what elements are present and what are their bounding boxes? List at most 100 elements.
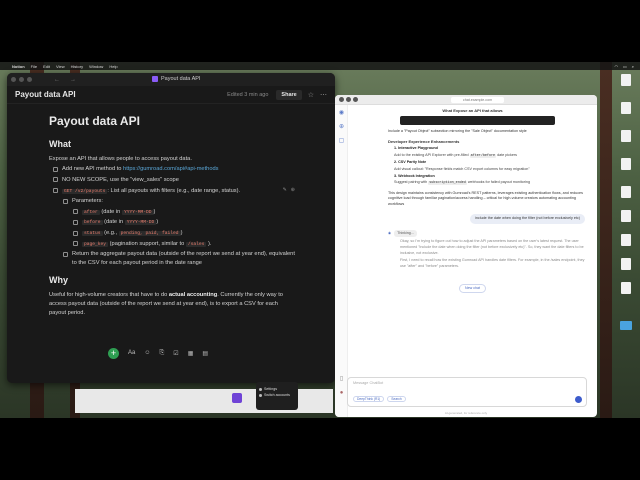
share-button[interactable]: Share	[276, 89, 302, 100]
chat-bubble-icon[interactable]: ▢	[338, 137, 345, 144]
todo-item: GET /v2/payouts: List all payouts with f…	[53, 187, 295, 196]
window-titlebar: ← → Payout data API	[7, 73, 335, 86]
todo-text[interactable]: after (date in YYYY-MM-DD)	[82, 208, 155, 217]
editor-toolbar: + Aa ☺ ⎘ ☑ ▦ ▤	[108, 345, 208, 361]
what-intro[interactable]: Expose an API that allows people to acce…	[49, 155, 295, 164]
layout-button[interactable]: ▤	[202, 350, 208, 357]
zoom-window-button[interactable]	[353, 97, 358, 102]
zoom-icon[interactable]: ⊕	[291, 187, 295, 195]
popup-item-switch[interactable]: Switch accounts	[259, 393, 295, 397]
why-paragraph[interactable]: Useful for high-volume creators that hav…	[49, 291, 295, 317]
page-title[interactable]: Payout data API	[49, 112, 295, 131]
attach-button[interactable]: ⎘	[159, 350, 164, 357]
wifi-icon[interactable]: ◠	[614, 64, 618, 69]
forward-arrow-icon[interactable]: →	[70, 77, 76, 83]
desktop-file-icon[interactable]	[621, 282, 631, 294]
new-chat-button[interactable]: New chat	[459, 283, 486, 294]
close-window-button[interactable]	[11, 77, 16, 82]
heading-what[interactable]: What	[49, 138, 295, 152]
list-item-detail: Suggest pairing with subscription_ended …	[394, 180, 530, 186]
desktop-file-icon[interactable]	[621, 210, 631, 222]
desktop-file-icon[interactable]	[621, 74, 631, 86]
api-methods-link[interactable]: https://gumroad.com/api#api-methods	[123, 166, 218, 172]
desktop-file-icon[interactable]	[621, 130, 631, 142]
menu-app-name[interactable]: Notion	[12, 64, 25, 69]
menu-edit[interactable]: Edit	[43, 64, 50, 69]
minimize-window-button[interactable]	[346, 97, 351, 102]
zoom-window-button[interactable]	[27, 77, 32, 82]
todo-checkbox[interactable]	[73, 241, 78, 247]
new-chat-icon[interactable]: ⊕	[338, 123, 345, 130]
todo-item: Return the aggregate payout data (outsid…	[63, 250, 295, 268]
star-icon[interactable]: ☆	[308, 91, 314, 99]
minimize-window-button[interactable]	[19, 77, 24, 82]
chat-main: What Expose an API that allows Include a…	[348, 105, 597, 417]
todo-checkbox[interactable]	[73, 230, 78, 236]
todo-checkbox[interactable]	[53, 188, 58, 194]
message-input[interactable]: Message ChatBot DeepThink (R1) Search	[347, 377, 587, 407]
logo-icon[interactable]: ◉	[338, 109, 345, 116]
avatar[interactable]: ●	[338, 390, 345, 397]
popup-item-settings[interactable]: Settings	[259, 387, 295, 391]
folder-icon[interactable]	[620, 321, 632, 330]
todo-text[interactable]: NO NEW SCOPE, use the "view_sales" scope	[62, 176, 179, 185]
heading-why[interactable]: Why	[49, 274, 295, 288]
todo-text[interactable]: Parameters:	[72, 197, 103, 206]
address-bar[interactable]: chat.example.com	[450, 96, 505, 103]
app-icon[interactable]	[232, 393, 242, 403]
thinking-pill[interactable]: Thinking...	[394, 229, 417, 238]
edited-timestamp: Edited 3 min ago	[227, 91, 269, 98]
row-actions: ✎ ⊕	[283, 187, 295, 195]
assistant-summary: This design maintains consistency with G…	[388, 190, 583, 207]
menu-history[interactable]: History	[71, 64, 83, 69]
edit-icon[interactable]: ✎	[283, 187, 287, 195]
desktop-file-icon[interactable]	[621, 186, 631, 198]
battery-icon[interactable]: ▭	[623, 64, 627, 69]
chat-browser-window: chat.example.com ◉ ⊕ ▢ ▯ ● What Expose a…	[335, 95, 597, 417]
desktop-file-icon[interactable]	[621, 158, 631, 170]
todo-text[interactable]: status (e.g., pending, paid, failed)	[82, 229, 182, 238]
desktop-file-icon[interactable]	[621, 258, 631, 270]
todo-text[interactable]: before (date in YYYY-MM-DD)	[82, 218, 158, 227]
menu-file[interactable]: File	[31, 64, 37, 69]
search-icon[interactable]: ⌕	[632, 64, 634, 69]
reasoning-text: First, I need to recall how the existing…	[400, 258, 585, 269]
page-icon	[152, 76, 158, 82]
todo-item: NO NEW SCOPE, use the "view_sales" scope	[53, 176, 295, 185]
tab-title[interactable]: Payout data API	[152, 76, 200, 82]
todo-checkbox[interactable]	[73, 219, 78, 225]
deepthink-toggle[interactable]: DeepThink (R1)	[353, 396, 385, 402]
text-style-button[interactable]: Aa	[128, 350, 135, 356]
todo-text[interactable]: GET /v2/payouts: List all payouts with f…	[62, 187, 240, 196]
todo-text[interactable]: Return the aggregate payout data (outsid…	[72, 250, 295, 268]
menu-window[interactable]: Window	[89, 64, 103, 69]
history-nav: ← →	[54, 77, 76, 83]
todo-checkbox[interactable]	[73, 209, 78, 215]
status-icons: ◠ ▭ ⌕	[614, 64, 634, 69]
search-toggle[interactable]: Search	[387, 396, 406, 402]
todo-text[interactable]: page_key (pagination support, similar to…	[82, 240, 211, 249]
close-window-button[interactable]	[339, 97, 344, 102]
send-button[interactable]	[575, 396, 582, 403]
table-button[interactable]: ▦	[188, 350, 194, 357]
menu-view[interactable]: View	[56, 64, 65, 69]
page-content: Payout data API What Expose an API that …	[7, 104, 335, 383]
checklist-button[interactable]: ☑	[173, 350, 178, 357]
todo-checkbox[interactable]	[53, 166, 58, 172]
phone-icon[interactable]: ▯	[338, 375, 345, 382]
menu-help[interactable]: Help	[109, 64, 117, 69]
todo-checkbox[interactable]	[63, 251, 68, 257]
back-arrow-icon[interactable]: ←	[54, 77, 60, 83]
desktop-file-icon[interactable]	[621, 102, 631, 114]
emoji-button[interactable]: ☺	[144, 350, 150, 356]
thinking-indicator[interactable]: ◉ Thinking...	[388, 229, 585, 238]
add-block-button[interactable]: +	[108, 347, 119, 359]
todo-checkbox[interactable]	[63, 198, 68, 204]
disclaimer: AI-generated, for reference only	[444, 411, 488, 415]
list-item-detail: Add to the existing API Explorer with pr…	[394, 152, 517, 158]
todo-checkbox[interactable]	[53, 177, 58, 183]
desktop-file-icon[interactable]	[621, 234, 631, 246]
breadcrumb-page-name[interactable]: Payout data API	[15, 90, 76, 99]
todo-text[interactable]: Add new API method to https://gumroad.co…	[62, 165, 219, 174]
more-icon[interactable]: ⋯	[320, 91, 327, 99]
